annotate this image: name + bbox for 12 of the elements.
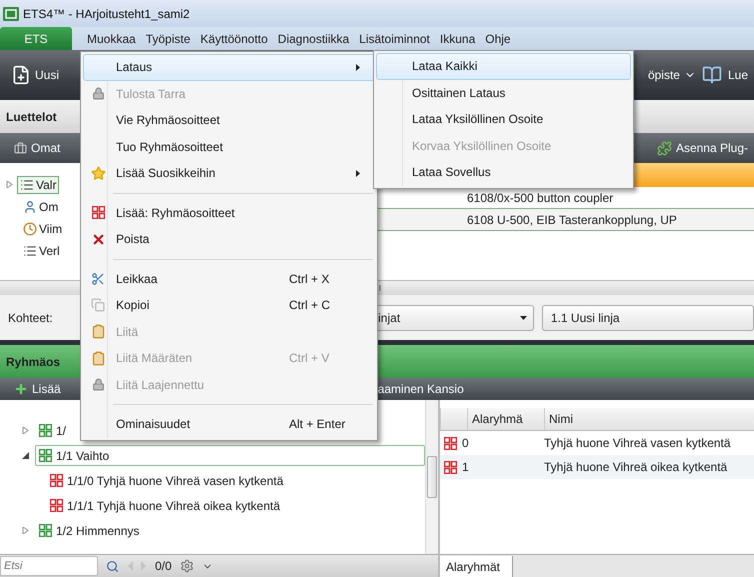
- table-cell-text: Tyhjä huone Vihreä oikea kytkentä: [543, 460, 728, 474]
- shortcut-text: Ctrl + V: [289, 351, 330, 366]
- result-count: 0/0: [155, 559, 172, 573]
- window-title: ETS4™ - HArjoitusteht1_sami2: [23, 6, 190, 20]
- filter-label: Kohteet:: [8, 310, 54, 324]
- panel-title: Luettelot: [6, 110, 57, 124]
- table-cell: 0: [440, 436, 538, 450]
- table-cell: 1: [440, 460, 538, 474]
- shortcut-text: Ctrl + X: [289, 272, 330, 286]
- table-cell-text: Tyhjä huone Vihreä vasen kytkentä: [543, 436, 732, 450]
- shortcut-text: Alt + Enter: [289, 417, 346, 432]
- panel-title: Ryhmäos: [6, 354, 60, 368]
